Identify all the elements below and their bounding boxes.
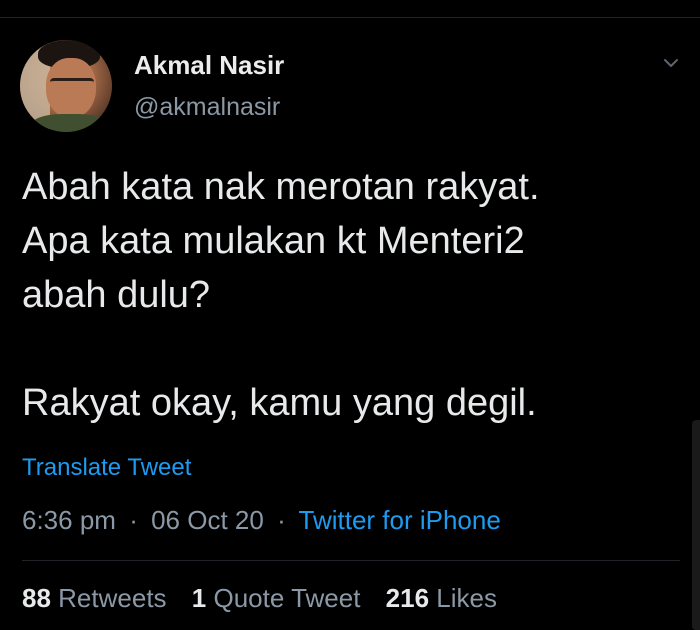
tweet-text: Abah kata nak merotan rakyat. Apa kata m… [22, 160, 682, 430]
quote-tweets-count: 1 [191, 583, 207, 613]
retweets-count: 88 [22, 583, 51, 613]
tweet-date[interactable]: 06 Oct 20 [151, 505, 264, 535]
retweets-label: Retweets [58, 583, 167, 613]
meta-separator: · [277, 505, 286, 535]
translate-tweet-link[interactable]: Translate Tweet [22, 453, 191, 483]
scrollbar-edge[interactable] [692, 420, 700, 630]
quote-tweets-label: Quote Tweet [213, 583, 361, 613]
tweet-time[interactable]: 6:36 pm [22, 505, 116, 535]
tweet-stats: 88 Retweets 1 Quote Tweet 216 Likes [22, 582, 515, 614]
tweet-line: abah dulu? [22, 274, 211, 316]
tweet-line: Apa kata mulakan kt Menteri2 [22, 220, 525, 262]
avatar-glasses [50, 78, 94, 91]
author-handle[interactable]: @akmalnasir [134, 92, 280, 122]
chevron-down-icon[interactable] [660, 52, 682, 74]
tweet-meta: 6:36 pm · 06 Oct 20 · Twitter for iPhone [22, 504, 501, 536]
tweet-line: Abah kata nak merotan rakyat. [22, 166, 540, 208]
likes-count: 216 [385, 583, 430, 613]
author-name[interactable]: Akmal Nasir [134, 50, 284, 80]
top-divider [0, 17, 700, 18]
avatar-shirt [30, 114, 110, 132]
tweet-line: Rakyat okay, kamu yang degil. [22, 382, 537, 424]
tweet-source-link[interactable]: Twitter for iPhone [299, 505, 501, 535]
avatar[interactable] [20, 40, 112, 132]
likes-label: Likes [436, 583, 497, 613]
retweets-stat[interactable]: 88 Retweets [22, 583, 174, 613]
stats-divider [22, 560, 680, 561]
quote-tweets-stat[interactable]: 1 Quote Tweet [192, 583, 368, 613]
likes-stat[interactable]: 216 Likes [386, 583, 497, 613]
meta-separator: · [129, 505, 138, 535]
